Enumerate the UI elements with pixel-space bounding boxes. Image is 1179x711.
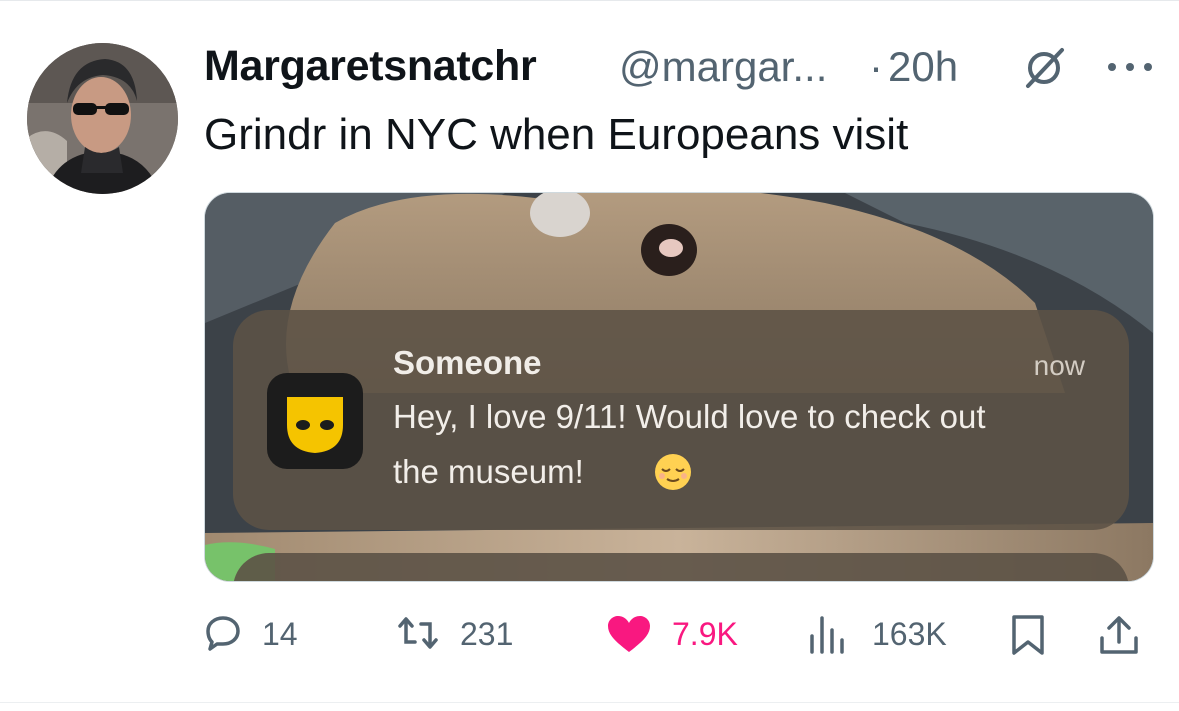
reply-count: 14	[262, 616, 298, 652]
views-button[interactable]: 163K	[808, 606, 968, 664]
timestamp[interactable]: 20h	[888, 43, 958, 91]
like-button[interactable]: 7.9K	[606, 606, 746, 664]
avatar[interactable]	[27, 43, 178, 194]
bottom-divider	[0, 702, 1179, 703]
top-divider	[0, 0, 1179, 1]
share-icon	[1100, 616, 1138, 654]
repost-icon	[398, 617, 438, 649]
notification-body-line1: Hey, I love 9/11! Would love to check ou…	[393, 398, 986, 435]
notification-time: now	[1033, 350, 1085, 381]
tweet-actions: 14 231 7.9K 163K	[204, 606, 1144, 664]
grok-icon[interactable]	[1022, 46, 1066, 90]
user-handle[interactable]: @margar...	[619, 43, 827, 91]
notification-body-line2: the museum!	[393, 453, 584, 490]
tweet-header: Margaretsnatchr @margar... · 20h	[204, 38, 1164, 98]
grindr-mask-icon	[287, 397, 343, 453]
bookmark-button[interactable]	[1010, 606, 1054, 664]
tweet-text: Grindr in NYC when Europeans visit	[204, 110, 909, 159]
grindr-app-icon	[267, 373, 363, 469]
separator-dot: ·	[869, 43, 883, 90]
views-chart-icon	[810, 616, 844, 654]
reply-button[interactable]: 14	[204, 606, 324, 664]
tweet-media[interactable]: Someone now Hey, I love 9/11! Would love…	[204, 192, 1154, 582]
display-name[interactable]: Margaretsnatchr	[204, 42, 537, 91]
more-options-icon[interactable]	[1104, 52, 1156, 82]
notification-sender: Someone	[393, 344, 542, 381]
avatar-photo	[27, 43, 178, 194]
repost-button[interactable]: 231	[398, 606, 538, 664]
share-button[interactable]	[1098, 606, 1144, 664]
second-notification-edge	[233, 553, 1129, 581]
reply-icon	[206, 616, 240, 651]
like-count: 7.9K	[672, 616, 738, 652]
bookmark-icon	[1012, 615, 1044, 655]
repost-count: 231	[460, 616, 514, 652]
push-notification: Someone now Hey, I love 9/11! Would love…	[233, 310, 1129, 530]
heart-icon	[608, 616, 650, 652]
relieved-face-emoji-icon	[655, 454, 691, 490]
views-count: 163K	[872, 616, 947, 652]
